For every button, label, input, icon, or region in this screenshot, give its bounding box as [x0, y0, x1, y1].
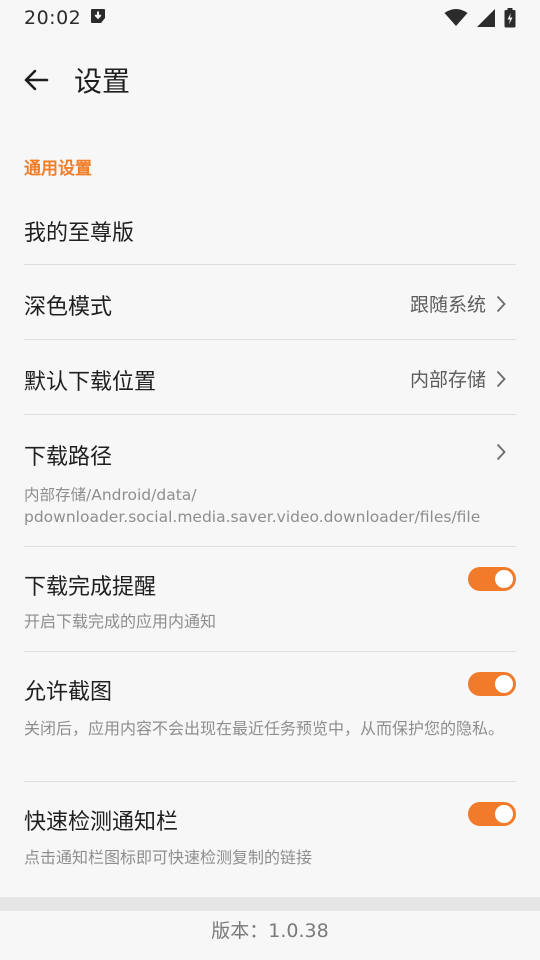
- chevron-right-icon: [496, 443, 506, 461]
- section-header: 通用设置: [24, 159, 92, 179]
- settings-item-download-location[interactable]: 默认下载位置 内部存储: [24, 340, 516, 415]
- quick-detect-toggle[interactable]: [468, 802, 516, 826]
- settings-item-value-group: 内部存储: [410, 365, 506, 392]
- app-bar: 设置: [0, 48, 540, 112]
- settings-item-value-group: [496, 443, 506, 461]
- battery-charging-icon: [504, 8, 516, 28]
- page-title: 设置: [74, 65, 131, 98]
- settings-item-subtitle: 内部存储/Android/data/ pdownloader.social.me…: [24, 486, 481, 526]
- wifi-icon: [444, 9, 468, 27]
- settings-item-title: 默认下载位置: [24, 370, 157, 395]
- download-notification-icon: [89, 7, 107, 29]
- settings-item-title: 快速检测通知栏: [24, 810, 179, 835]
- chevron-right-icon: [496, 295, 506, 312]
- status-bar: 20:02: [0, 0, 540, 36]
- status-right: [444, 8, 516, 28]
- allow-screenshot-toggle[interactable]: [468, 672, 516, 696]
- back-button[interactable]: [12, 56, 60, 104]
- arrow-left-icon: [24, 69, 49, 91]
- status-left: 20:02: [24, 7, 107, 29]
- settings-item-title: 下载路径: [24, 445, 113, 470]
- settings-item-quick-detect[interactable]: 快速检测通知栏 点击通知栏图标即可快速检测复制的链接: [24, 782, 516, 887]
- chevron-right-icon: [496, 370, 506, 387]
- settings-item-title: 深色模式: [24, 295, 113, 320]
- settings-item-title: 下载完成提醒: [24, 575, 157, 600]
- settings-item-subtitle: 关闭后，应用内容不会出现在最近任务预览中，从而保护您的隐私。: [24, 719, 505, 738]
- settings-item-value: 跟随系统: [409, 294, 486, 316]
- toggle-knob: [495, 570, 513, 588]
- settings-item-download-notify[interactable]: 下载完成提醒 开启下载完成的应用内通知: [24, 547, 516, 652]
- version-label: 版本：1.0.38: [211, 920, 329, 942]
- settings-item-title: 允许截图: [24, 680, 113, 705]
- settings-item-download-path[interactable]: 下载路径 内部存储/Android/data/ pdownloader.soci…: [24, 415, 516, 547]
- settings-item-dark-mode[interactable]: 深色模式 跟随系统: [24, 265, 516, 340]
- settings-list: 我的至尊版 深色模式 跟随系统 默认下载位置 内部存储 下载路径 内部存储/An…: [0, 195, 540, 887]
- settings-item-subtitle: 点击通知栏图标即可快速检测复制的链接: [24, 848, 313, 867]
- signal-icon: [476, 8, 496, 28]
- settings-item-value-group: 跟随系统: [410, 290, 506, 317]
- settings-item-allow-screenshot[interactable]: 允许截图 关闭后，应用内容不会出现在最近任务预览中，从而保护您的隐私。: [24, 652, 516, 782]
- settings-item-subtitle: 开启下载完成的应用内通知: [24, 612, 217, 631]
- toggle-knob: [495, 675, 513, 693]
- toggle-knob: [495, 805, 513, 823]
- status-time: 20:02: [24, 7, 82, 29]
- settings-screen: 20:02 设置 通用设置 我的至尊版 深色模式 跟随系统 默认下载位置 内部存…: [0, 0, 540, 960]
- settings-item-value: 内部存储: [409, 369, 486, 391]
- settings-item-title: 我的至尊版: [24, 221, 135, 246]
- settings-item-premium[interactable]: 我的至尊版: [24, 195, 516, 265]
- download-notify-toggle[interactable]: [468, 567, 516, 591]
- footer-divider: [0, 897, 540, 911]
